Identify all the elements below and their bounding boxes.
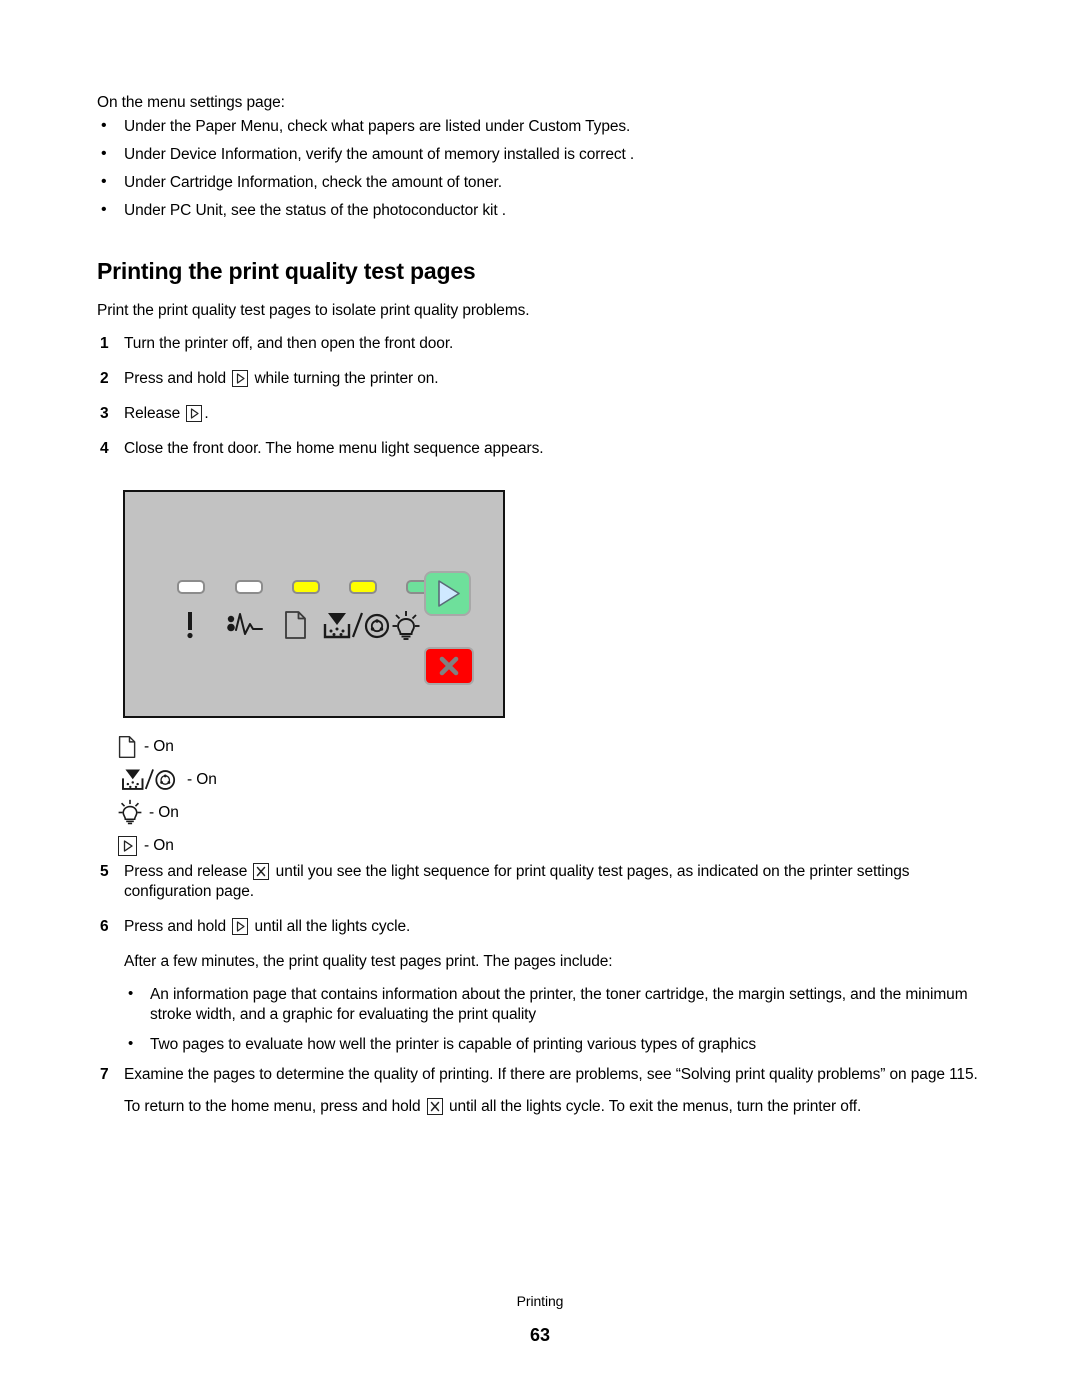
go-key-icon <box>232 370 249 387</box>
step-number: 3 <box>100 405 109 422</box>
step-4: 4 Close the front door. The home menu li… <box>97 439 997 459</box>
go-key-icon <box>118 835 137 856</box>
bullet-dot-icon: • <box>128 1035 134 1052</box>
footer-section-label: Printing <box>516 1293 564 1309</box>
step-7: 7 Examine the pages to determine the qua… <box>97 1065 997 1085</box>
step-number: 1 <box>100 335 109 352</box>
closing-text-part-b: until all the lights cycle. To exit the … <box>448 1098 862 1115</box>
step-2: 2 Press and hold while turning the print… <box>97 369 997 389</box>
step-text-part-a: Press and hold <box>124 370 226 387</box>
footer-page-number: 63 <box>529 1325 551 1345</box>
list-item: • An information page that contains info… <box>124 985 997 1025</box>
lightbulb-icon <box>118 799 142 826</box>
go-key-icon <box>232 918 249 935</box>
step-text: Examine the pages to determine the quali… <box>124 1066 978 1083</box>
closing-text-part-a: To return to the home menu, press and ho… <box>124 1098 421 1115</box>
legend-text: - On <box>149 803 179 821</box>
error-led <box>177 580 205 594</box>
step-3: 3 Release . <box>97 404 997 424</box>
intro-lead: On the menu settings page: <box>97 94 285 111</box>
bullet-dot-icon: • <box>101 173 107 190</box>
list-item: • Two pages to evaluate how well the pri… <box>124 1035 997 1055</box>
stop-button[interactable] <box>424 647 474 685</box>
load-paper-led <box>292 580 320 594</box>
document-page: On the menu settings page: • Under the P… <box>0 0 1080 1397</box>
legend-text: - On <box>187 770 217 788</box>
step-1: 1 Turn the printer off, and then open th… <box>97 334 997 354</box>
step-number: 7 <box>100 1066 109 1083</box>
bullet-dot-icon: • <box>128 985 134 1002</box>
list-item: • Under PC Unit, see the status of the p… <box>97 201 997 220</box>
section-intro: Print the print quality test pages to is… <box>97 302 530 319</box>
legend-row: - On <box>118 829 518 862</box>
step-number: 2 <box>100 370 109 387</box>
led-indicator-row <box>177 580 434 598</box>
light-sequence-legend: - On - On - On - On <box>118 730 518 862</box>
toner-led <box>349 580 377 594</box>
list-item: • Under Cartridge Information, check the… <box>97 173 997 192</box>
step-number: 6 <box>100 918 109 935</box>
panel-icon-row <box>177 610 427 644</box>
paper-icon <box>284 610 308 645</box>
closing-note: To return to the home menu, press and ho… <box>97 1097 997 1117</box>
stop-key-icon <box>426 1098 443 1115</box>
list-item: • Under the Paper Menu, check what paper… <box>97 117 997 136</box>
step-5: 5 Press and release until you see the li… <box>97 862 997 902</box>
step-text-part-b: . <box>204 405 209 422</box>
step-text-part-b: while turning the printer on. <box>254 370 439 387</box>
list-item-text: Under the Paper Menu, check what papers … <box>124 118 631 135</box>
step-text: Turn the printer off, and then open the … <box>124 335 454 352</box>
list-item-text: An information page that contains inform… <box>150 986 968 1023</box>
list-item: • Under Device Information, verify the a… <box>97 145 997 164</box>
printer-control-panel-figure <box>123 490 505 718</box>
legend-row: - On <box>118 763 518 796</box>
bullet-dot-icon: • <box>101 117 107 134</box>
lower-steps-section: 5 Press and release until you see the li… <box>97 862 997 1130</box>
legend-text: - On <box>144 737 174 755</box>
toner-pc-unit-icon <box>118 767 180 793</box>
page-title: Printing the print quality test pages <box>97 258 476 284</box>
lightbulb-icon <box>392 610 420 647</box>
legend-row: - On <box>118 796 518 829</box>
intro-section: On the menu settings page: • Under the P… <box>97 93 997 474</box>
intro-bullet-list: • Under the Paper Menu, check what paper… <box>97 117 997 220</box>
step-number: 5 <box>100 863 109 880</box>
step-6-bullet-list: • An information page that contains info… <box>97 985 997 1055</box>
bullet-dot-icon: • <box>101 145 107 162</box>
paper-icon <box>118 735 137 759</box>
list-item-text: Under PC Unit, see the status of the pho… <box>124 202 507 219</box>
stop-key-icon <box>253 863 270 880</box>
legend-text: - On <box>144 836 174 854</box>
exclamation-icon <box>183 610 197 645</box>
step-text-part-b: until all the lights cycle. <box>254 918 411 935</box>
step-text-part-a: Release <box>124 405 181 422</box>
step-number: 4 <box>100 440 109 457</box>
step-text-part-a: Press and hold <box>124 918 226 935</box>
step-6-followup: After a few minutes, the print quality t… <box>124 953 613 970</box>
go-key-icon <box>186 405 203 422</box>
list-item-text: Two pages to evaluate how well the print… <box>150 1036 757 1053</box>
step-text-part-a: Press and release <box>124 863 248 880</box>
toner-pc-unit-icon <box>322 610 392 647</box>
numbered-steps: 1 Turn the printer off, and then open th… <box>97 334 997 459</box>
go-button[interactable] <box>424 571 471 616</box>
list-item-text: Under Device Information, verify the amo… <box>124 146 635 163</box>
list-item-text: Under Cartridge Information, check the a… <box>124 174 502 191</box>
step-text: Close the front door. The home menu ligh… <box>124 440 544 457</box>
legend-row: - On <box>118 730 518 763</box>
step-6: 6 Press and hold until all the lights cy… <box>97 917 997 937</box>
bullet-dot-icon: • <box>101 201 107 218</box>
paper-jam-icon <box>226 610 266 645</box>
paper-jam-led <box>235 580 263 594</box>
